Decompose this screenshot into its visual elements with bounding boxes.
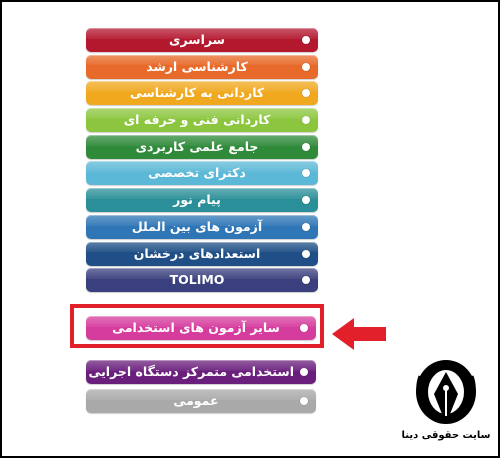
menu-item-sarasari[interactable]: سراسری <box>86 28 318 52</box>
bullet-icon <box>300 368 308 376</box>
bullet-icon <box>300 397 308 405</box>
menu-item-talented[interactable]: استعدادهای درخشان <box>86 241 318 266</box>
bullet-icon <box>302 62 310 71</box>
bullet-icon <box>302 276 310 285</box>
bullet-icon <box>302 36 310 44</box>
menu-item-label: سایر آزمون های استخدامی <box>112 320 280 335</box>
menu-item-label: عمومی <box>173 393 219 408</box>
menu-item-international[interactable]: آزمون های بین الملل <box>86 214 318 239</box>
pen-nib-logo-icon <box>416 360 476 424</box>
menu-item-technical-vocational[interactable]: کاردانی فنی و حرفه ای <box>86 108 318 133</box>
logo-caption: سایت حقوقی دینا <box>401 430 491 441</box>
bullet-icon <box>302 249 310 258</box>
menu-item-general[interactable]: عمومی <box>86 389 316 413</box>
exam-category-menu: سراسری کارشناسی ارشد کاردانی به کارشناسی… <box>86 28 318 295</box>
menu-item-label: آزمون های بین الملل <box>131 218 263 234</box>
menu-item-label: کاردانی به کارشناسی <box>129 85 265 101</box>
menu-item-masters[interactable]: کارشناسی ارشد <box>86 54 318 79</box>
menu-item-centralized-employment[interactable]: استخدامی متمرکز دستگاه اجرایی <box>86 360 316 384</box>
bullet-icon <box>300 324 308 332</box>
menu-item-other-employment-exams[interactable]: سایر آزمون های استخدامی <box>86 316 316 340</box>
menu-item-label: TOLIMO <box>169 272 225 288</box>
menu-item-label: کارشناسی ارشد <box>146 58 248 74</box>
menu-item-label: استعدادهای درخشان <box>133 245 261 261</box>
menu-item-label: دکترای تخصصی <box>148 165 246 181</box>
menu-item-associate-to-bachelor[interactable]: کاردانی به کارشناسی <box>86 81 318 106</box>
menu-item-label: پیام نور <box>173 192 221 208</box>
menu-item-label: سراسری <box>169 32 225 47</box>
menu-item-tolimo[interactable]: TOLIMO <box>86 268 318 293</box>
site-logo: سایت حقوقی دینا <box>398 358 494 450</box>
menu-item-label: استخدامی متمرکز دستگاه اجرایی <box>88 364 294 379</box>
bullet-icon <box>302 169 310 178</box>
bullet-icon <box>302 89 310 98</box>
bullet-icon <box>302 142 310 151</box>
menu-item-label: کاردانی فنی و حرفه ای <box>123 112 271 128</box>
menu-item-phd[interactable]: دکترای تخصصی <box>86 161 318 186</box>
arrow-shape <box>332 318 386 350</box>
menu-item-label: جامع علمی کاربردی <box>135 138 259 154</box>
bullet-icon <box>302 222 310 231</box>
bullet-icon <box>302 116 310 125</box>
menu-item-applied-science[interactable]: جامع علمی کاربردی <box>86 134 318 159</box>
menu-item-payame-noor[interactable]: پیام نور <box>86 188 318 213</box>
bullet-icon <box>302 196 310 205</box>
pointer-arrow-icon <box>332 318 386 350</box>
